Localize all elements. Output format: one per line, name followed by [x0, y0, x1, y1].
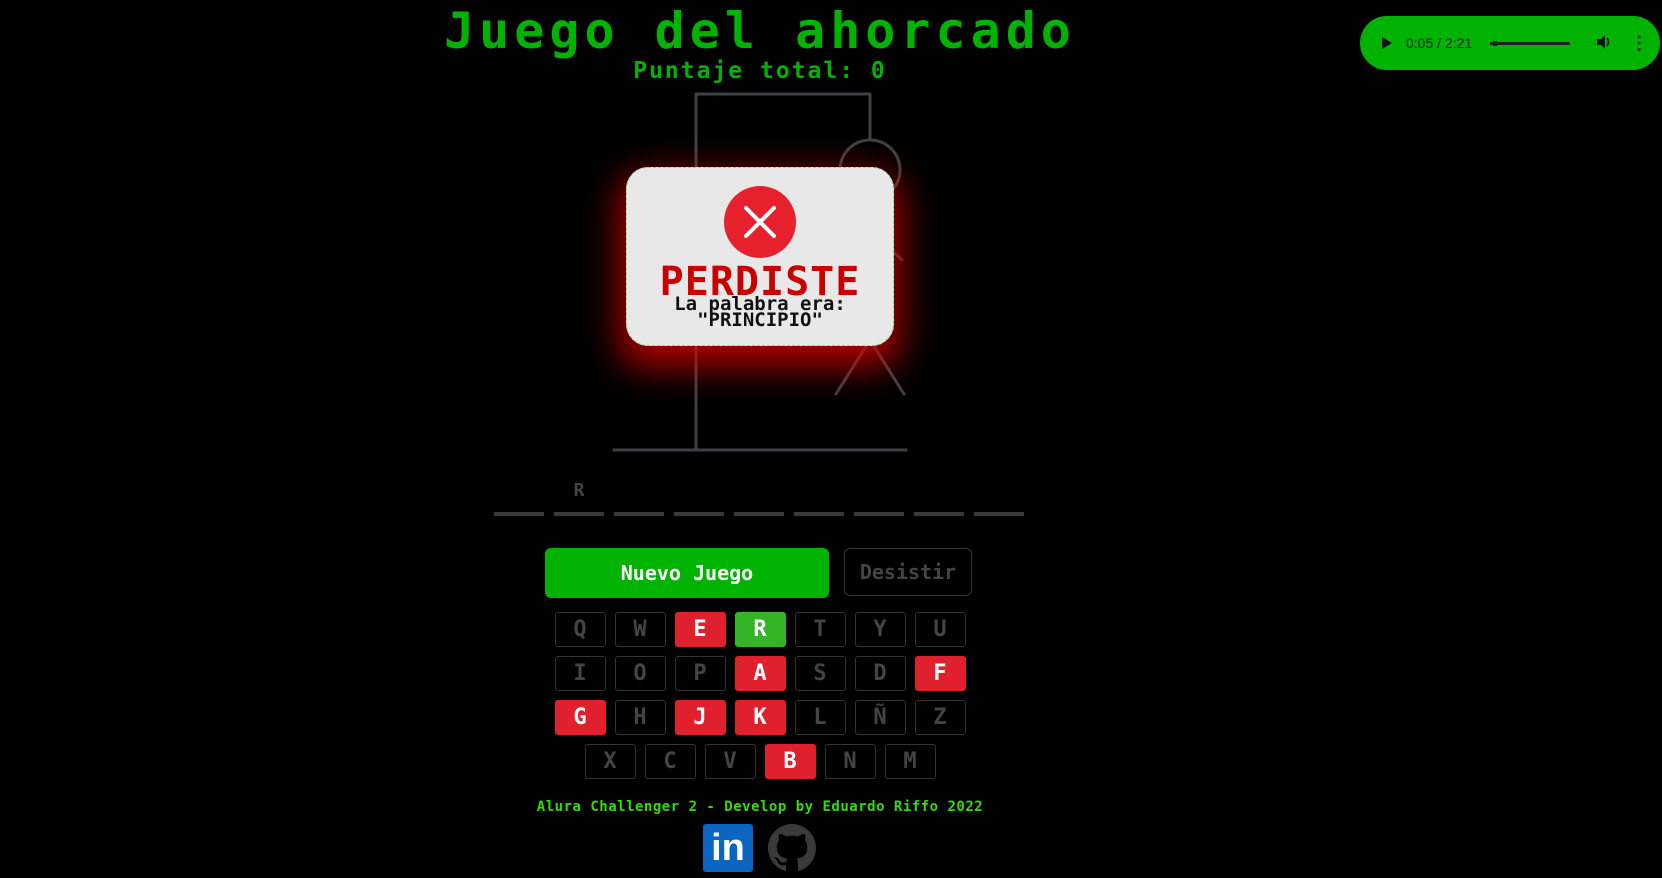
keyboard-row: GHJKLÑZ [0, 700, 1520, 735]
social-links: in [703, 824, 816, 872]
close-circle-icon [724, 186, 796, 258]
word-slot [794, 480, 844, 516]
letter-key[interactable]: I [554, 656, 606, 691]
new-game-button[interactable]: Nuevo Juego [545, 548, 829, 598]
word-slot-letter: R [573, 480, 585, 501]
letter-key[interactable]: V [704, 744, 756, 779]
letter-key[interactable]: F [914, 656, 966, 691]
letter-key[interactable]: G [554, 700, 606, 735]
word-slot-underline [674, 512, 724, 516]
hangman-left-leg [834, 338, 872, 396]
letter-keyboard: QWERTYU IOPASDF GHJKLÑZ XCVBNM [0, 612, 1520, 788]
more-options-icon[interactable]: ⋮ [1630, 33, 1648, 54]
letter-key[interactable]: P [674, 656, 726, 691]
result-message: La palabra era: "PRINCIPIO" [627, 295, 893, 331]
letter-key[interactable]: U [914, 612, 966, 647]
word-slots: R [494, 480, 1024, 516]
page-title: Juego del ahorcado [444, 2, 1076, 60]
letter-key[interactable]: O [614, 656, 666, 691]
word-slot-underline [494, 512, 544, 516]
linkedin-icon[interactable]: in [703, 824, 753, 872]
keyboard-row: QWERTYU [0, 612, 1520, 647]
keyboard-row: IOPASDF [0, 656, 1520, 691]
play-icon[interactable] [1382, 37, 1392, 49]
word-slot [914, 480, 964, 516]
letter-key[interactable]: L [794, 700, 846, 735]
letter-key[interactable]: C [644, 744, 696, 779]
letter-key[interactable]: S [794, 656, 846, 691]
letter-key[interactable]: J [674, 700, 726, 735]
word-slot [974, 480, 1024, 516]
word-slot-underline [554, 512, 604, 516]
total-score: Puntaje total: 0 [633, 58, 887, 84]
github-icon[interactable] [768, 824, 816, 872]
volume-icon[interactable] [1596, 34, 1612, 53]
word-slot-underline [794, 512, 844, 516]
word-slot [734, 480, 784, 516]
word-slot-underline [854, 512, 904, 516]
secret-word: "PRINCIPIO" [697, 309, 823, 331]
letter-key[interactable]: E [674, 612, 726, 647]
letter-key[interactable]: Y [854, 612, 906, 647]
word-slot: R [554, 480, 604, 516]
audio-seek-bar[interactable] [1490, 40, 1571, 46]
letter-key[interactable]: Q [554, 612, 606, 647]
letter-key[interactable]: M [884, 744, 936, 779]
letter-key[interactable]: D [854, 656, 906, 691]
letter-key[interactable]: Z [914, 700, 966, 735]
word-slot [674, 480, 724, 516]
footer-credit: Alura Challenger 2 - Develop by Eduardo … [536, 799, 984, 815]
letter-key[interactable]: B [764, 744, 816, 779]
letter-key[interactable]: K [734, 700, 786, 735]
give-up-button[interactable]: Desistir [844, 548, 972, 596]
word-slot [854, 480, 904, 516]
word-slot-underline [974, 512, 1024, 516]
letter-key[interactable]: W [614, 612, 666, 647]
letter-key[interactable]: T [794, 612, 846, 647]
word-slot-underline [734, 512, 784, 516]
letter-key[interactable]: N [824, 744, 876, 779]
letter-key[interactable]: A [734, 656, 786, 691]
audio-player: 0:05 / 2:21 ⋮ [1360, 16, 1660, 70]
audio-time: 0:05 / 2:21 [1406, 35, 1473, 51]
letter-key[interactable]: Ñ [854, 700, 906, 735]
seek-knob[interactable] [1493, 40, 1498, 46]
keyboard-row: XCVBNM [0, 744, 1520, 779]
word-slot-underline [914, 512, 964, 516]
letter-key[interactable]: R [734, 612, 786, 647]
letter-key[interactable]: X [584, 744, 636, 779]
game-over-modal: PERDISTE La palabra era: "PRINCIPIO" [626, 167, 894, 346]
letter-key[interactable]: H [614, 700, 666, 735]
word-slot-underline [614, 512, 664, 516]
word-slot [614, 480, 664, 516]
hangman-right-leg [868, 338, 906, 396]
word-slot [494, 480, 544, 516]
